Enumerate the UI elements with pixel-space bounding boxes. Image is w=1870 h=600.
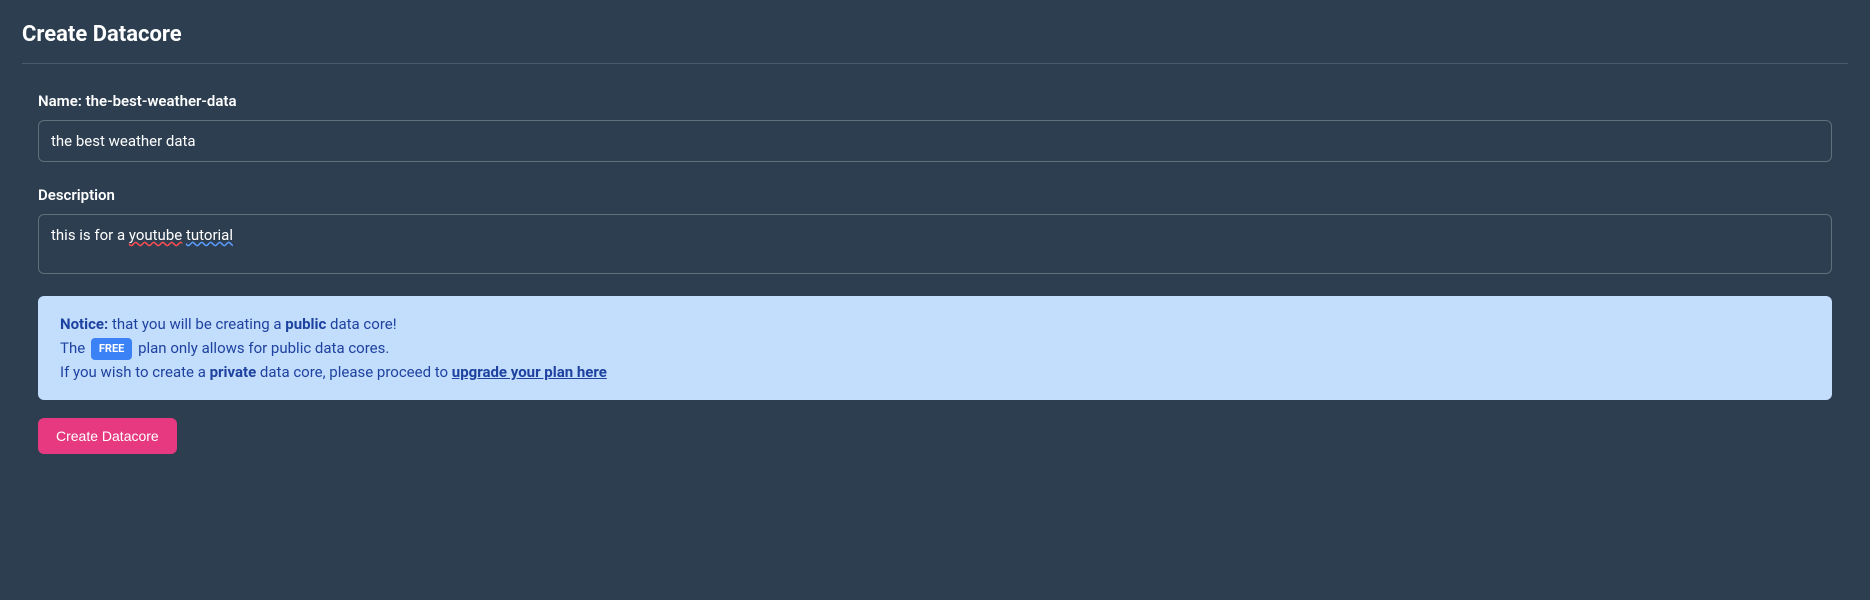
name-input[interactable] bbox=[38, 120, 1832, 162]
description-input[interactable]: this is for a youtube tutorial bbox=[38, 214, 1832, 274]
notice-bold-private: private bbox=[210, 363, 257, 381]
notice-line-2: The FREE plan only allows for public dat… bbox=[60, 336, 1810, 360]
notice-box: Notice: that you will be creating a publ… bbox=[38, 296, 1832, 400]
notice-bold-public: public bbox=[285, 315, 326, 333]
create-datacore-form: Name: the-best-weather-data Description … bbox=[22, 92, 1848, 454]
notice-text: plan only allows for public data cores. bbox=[134, 339, 389, 357]
notice-text: that you will be creating a bbox=[108, 315, 285, 333]
notice-line-1: Notice: that you will be creating a publ… bbox=[60, 312, 1810, 336]
page-title: Create Datacore bbox=[22, 22, 1848, 47]
name-label-prefix: Name: bbox=[38, 92, 86, 110]
name-slug: the-best-weather-data bbox=[86, 92, 237, 110]
notice-line-3: If you wish to create a private data cor… bbox=[60, 360, 1810, 384]
description-label: Description bbox=[38, 186, 1832, 204]
notice-prefix: Notice: bbox=[60, 315, 108, 333]
notice-text: If you wish to create a bbox=[60, 363, 210, 381]
create-datacore-button[interactable]: Create Datacore bbox=[38, 418, 177, 454]
title-divider bbox=[22, 63, 1848, 64]
notice-text: data core! bbox=[326, 315, 396, 333]
upgrade-plan-link[interactable]: upgrade your plan here bbox=[452, 363, 607, 381]
notice-text: data core, please proceed to bbox=[256, 363, 452, 381]
free-badge: FREE bbox=[91, 338, 132, 360]
name-label: Name: the-best-weather-data bbox=[38, 92, 1832, 110]
notice-text: The bbox=[60, 339, 89, 357]
